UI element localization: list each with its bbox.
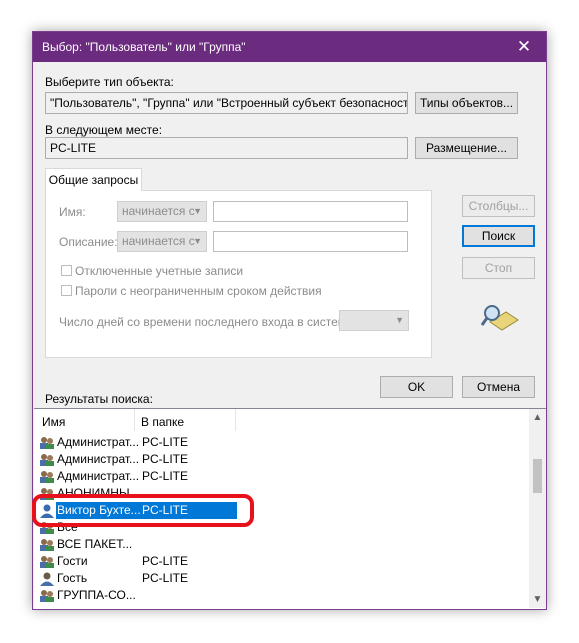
object-types-button[interactable]: Типы объектов...: [415, 92, 518, 114]
disabled-accounts-checkbox[interactable]: [61, 265, 72, 276]
column-header-name[interactable]: Имя: [42, 415, 65, 429]
name-query-label: Имя:: [59, 205, 86, 219]
column-header-folder[interactable]: В папке: [141, 415, 184, 429]
list-item[interactable]: Администрат... PC-LITE: [38, 451, 508, 468]
ok-button[interactable]: OK: [380, 376, 453, 398]
list-item[interactable]: Администрат... PC-LITE: [38, 468, 508, 485]
search-results-label: Результаты поиска:: [45, 392, 153, 406]
list-item-folder: PC-LITE: [142, 554, 189, 568]
disabled-accounts-label: Отключенные учетные записи: [75, 264, 244, 278]
close-icon[interactable]: ✕: [502, 32, 546, 62]
group-icon: [40, 471, 54, 483]
list-item[interactable]: ВСЕ ПАКЕТ...: [38, 536, 508, 553]
group-icon: [40, 454, 54, 466]
name-condition-value: начинается с: [122, 204, 195, 218]
column-divider[interactable]: [134, 409, 135, 431]
tab-common-queries[interactable]: Общие запросы: [45, 168, 142, 191]
columns-button[interactable]: Столбцы...: [462, 195, 535, 217]
group-icon: [40, 556, 54, 568]
column-divider[interactable]: [235, 409, 236, 431]
list-item-folder: PC-LITE: [142, 435, 189, 449]
description-query-label: Описание:: [59, 235, 118, 249]
list-item[interactable]: Гость PC-LITE: [38, 570, 508, 587]
scroll-up-icon[interactable]: ▲: [529, 412, 546, 423]
description-query-input[interactable]: [213, 231, 408, 252]
user-icon: [40, 572, 54, 586]
group-icon: [40, 437, 54, 449]
description-condition-select[interactable]: начинается с ▼: [117, 231, 207, 252]
locations-button[interactable]: Размещение...: [415, 137, 518, 159]
list-item-name: Гости: [57, 554, 88, 568]
group-icon: [40, 539, 54, 551]
name-condition-select[interactable]: начинается с ▼: [117, 201, 207, 222]
name-query-input[interactable]: [213, 201, 408, 222]
list-item[interactable]: Администрат... PC-LITE: [38, 434, 508, 451]
window-title: Выбор: "Пользователь" или "Группа": [42, 40, 246, 54]
list-item-folder: PC-LITE: [142, 469, 189, 483]
list-item-name: Гость: [57, 571, 88, 585]
group-icon: [40, 590, 54, 602]
list-item-folder: PC-LITE: [142, 571, 189, 585]
days-since-logon-select[interactable]: ▼: [339, 310, 409, 331]
title-bar[interactable]: Выбор: "Пользователь" или "Группа" ✕: [33, 32, 546, 62]
list-item-name: Администрат...: [57, 469, 140, 483]
object-type-field: "Пользователь", "Группа" или "Встроенный…: [45, 92, 408, 114]
non-expiring-passwords-label: Пароли с неограниченным сроком действия: [75, 284, 322, 298]
vertical-scrollbar[interactable]: ▲ ▼: [529, 409, 546, 608]
object-type-label: Выберите тип объекта:: [45, 75, 174, 89]
list-item[interactable]: ГРУППА-СО...: [38, 587, 508, 604]
scrollbar-thumb[interactable]: [533, 459, 542, 493]
cancel-button[interactable]: Отмена: [462, 376, 535, 398]
days-since-logon-label: Число дней со времени последнего входа в…: [59, 315, 356, 329]
search-button[interactable]: Поиск: [462, 225, 535, 247]
list-item-name: ГРУППА-СО...: [57, 588, 136, 602]
list-item[interactable]: Гости PC-LITE: [38, 553, 508, 570]
description-condition-value: начинается с: [122, 234, 195, 248]
list-item-name: ВСЕ ПАКЕТ...: [57, 537, 133, 551]
list-item-name: Администрат...: [57, 435, 140, 449]
scroll-down-icon[interactable]: ▼: [529, 594, 546, 605]
search-binoculars-icon: [480, 305, 519, 331]
chevron-down-icon: ▼: [395, 315, 404, 325]
location-label: В следующем месте:: [45, 123, 163, 137]
location-field: PC-LITE: [45, 137, 408, 159]
non-expiring-passwords-checkbox[interactable]: [61, 285, 72, 296]
list-item-name: Администрат...: [57, 452, 140, 466]
stop-button[interactable]: Стоп: [462, 257, 535, 279]
chevron-down-icon: ▼: [193, 206, 202, 216]
chevron-down-icon: ▼: [193, 236, 202, 246]
annotation-highlight-frame: [32, 494, 254, 527]
list-item-folder: PC-LITE: [142, 452, 189, 466]
